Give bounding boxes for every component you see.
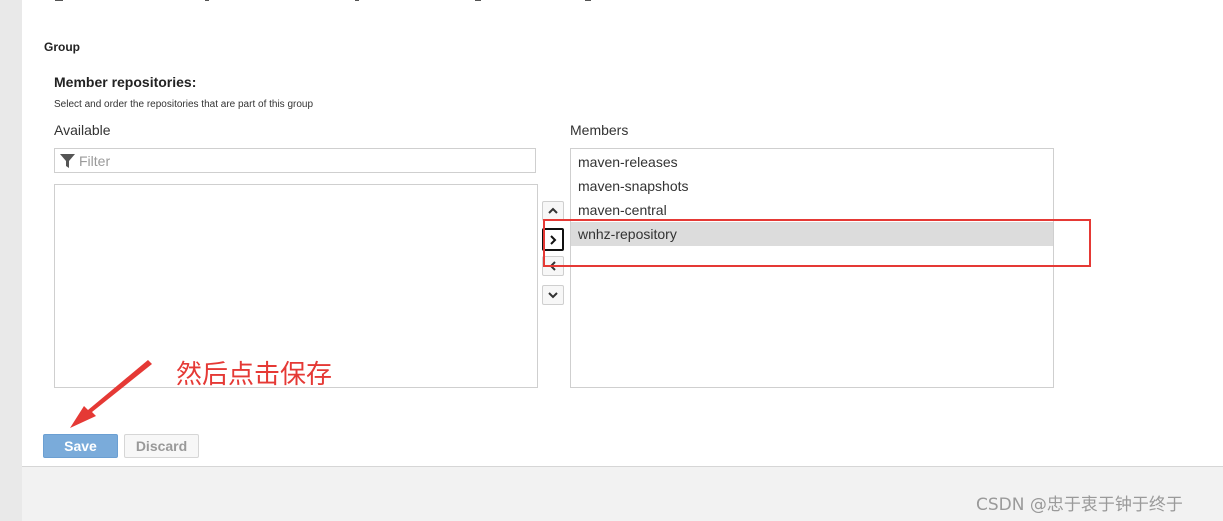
remove-from-members-button[interactable] [542, 256, 564, 276]
annotation-arrow-icon [70, 360, 152, 428]
chevron-right-icon [550, 234, 557, 245]
move-down-button[interactable] [542, 285, 564, 305]
filter-input[interactable] [79, 152, 519, 170]
chevron-left-icon [549, 261, 556, 271]
member-repositories-label: Member repositories: [54, 74, 197, 90]
watermark: CSDN @忠于衷于钟于终于 [976, 495, 1183, 515]
save-button[interactable]: Save [43, 434, 118, 458]
filter-field[interactable] [54, 148, 536, 173]
annotation-text: 然后点击保存 [176, 360, 333, 390]
move-up-button[interactable] [542, 201, 564, 221]
filter-icon [60, 154, 75, 168]
discard-button[interactable]: Discard [124, 434, 199, 458]
clipped-previous-row [55, 0, 615, 4]
member-repositories-help: Select and order the repositories that a… [54, 99, 314, 110]
section-title: Group [44, 40, 80, 54]
members-list[interactable]: maven-releases maven-snapshots maven-cen… [570, 148, 1054, 388]
available-heading: Available [54, 122, 111, 138]
member-item-maven-snapshots[interactable]: maven-snapshots [571, 174, 1053, 198]
left-gutter [0, 0, 22, 521]
chevron-down-icon [548, 292, 558, 299]
members-heading: Members [570, 122, 629, 138]
member-item-wnhz-repository[interactable]: wnhz-repository [571, 222, 1053, 246]
member-item-maven-releases[interactable]: maven-releases [571, 150, 1053, 174]
add-to-members-button[interactable] [542, 228, 564, 251]
member-item-maven-central[interactable]: maven-central [571, 198, 1053, 222]
chevron-up-icon [548, 207, 558, 214]
